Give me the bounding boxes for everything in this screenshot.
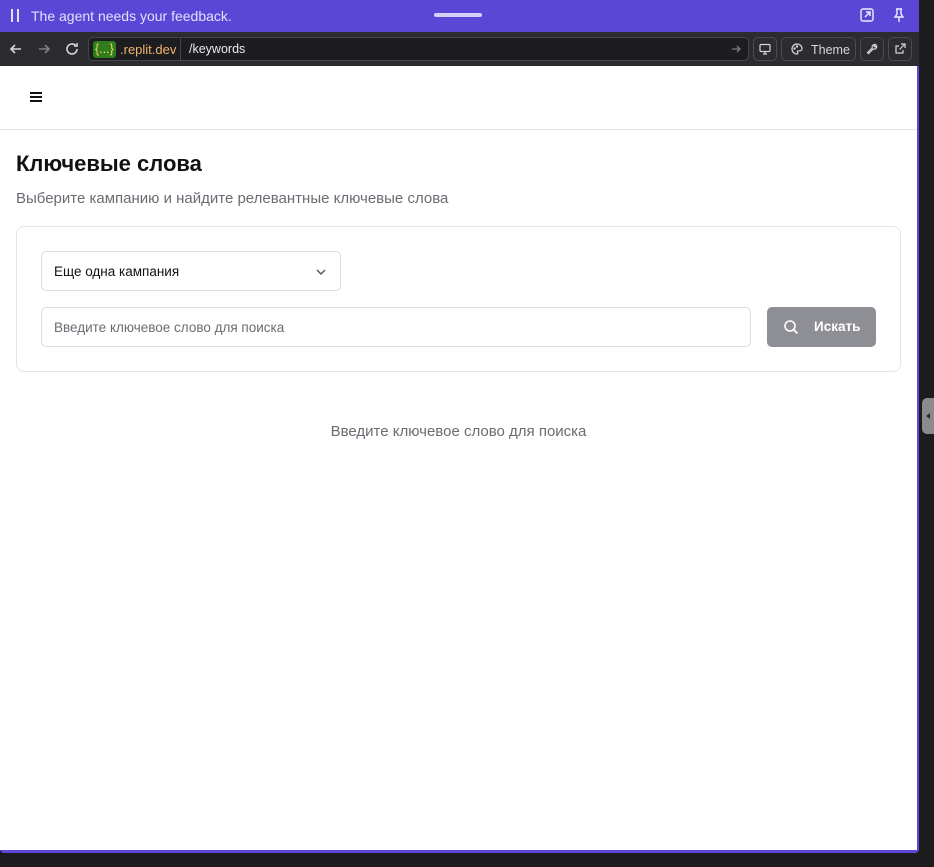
- search-button-label: Искать: [814, 319, 861, 334]
- search-button[interactable]: Искать: [767, 307, 876, 347]
- forward-arrow-icon[interactable]: [35, 40, 53, 58]
- chevron-down-icon: [314, 265, 328, 279]
- agent-feedback-bar: The agent needs your feedback.: [0, 0, 919, 32]
- campaign-select-value: Еще одна кампания: [54, 264, 180, 279]
- search-card: Еще одна кампания Искать: [16, 226, 901, 372]
- domain-badge: {...}: [93, 41, 116, 58]
- replit-preview-frame: The agent needs your feedback. {...} .re…: [0, 0, 919, 853]
- external-link-icon: [895, 43, 906, 54]
- page-title: Ключевые слова: [16, 151, 202, 176]
- wrench-icon: [866, 43, 878, 55]
- theme-button[interactable]: Theme: [781, 37, 856, 61]
- browser-url-bar: {...} .replit.dev /keywords Theme: [0, 32, 919, 66]
- feedback-message: The agent needs your feedback.: [31, 8, 232, 24]
- side-panel-toggle[interactable]: [922, 398, 934, 434]
- menu-icon[interactable]: [30, 92, 42, 102]
- domain-text: .replit.dev: [120, 42, 177, 57]
- drag-handle[interactable]: [434, 13, 482, 17]
- devtools-button[interactable]: [860, 37, 884, 61]
- caret-left-icon: [926, 413, 930, 419]
- app-viewport: Ключевые слова Выберите кампанию и найди…: [0, 66, 917, 850]
- reload-icon[interactable]: [63, 40, 81, 58]
- device-preview-button[interactable]: [753, 37, 777, 61]
- campaign-select[interactable]: Еще одна кампания: [41, 251, 341, 291]
- address-bar[interactable]: {...} .replit.dev /keywords: [88, 37, 749, 61]
- palette-icon: [791, 43, 803, 55]
- url-path: /keywords: [189, 42, 246, 56]
- pause-icon[interactable]: [10, 9, 20, 22]
- keyword-search-input[interactable]: [41, 307, 751, 347]
- page-subtitle: Выберите кампанию и найдите релевантные …: [16, 190, 449, 207]
- open-new-tab-button[interactable]: [888, 37, 912, 61]
- empty-state-message: Введите ключевое слово для поиска: [330, 423, 587, 440]
- app-header: [0, 66, 917, 130]
- pin-icon[interactable]: [891, 7, 907, 23]
- expand-icon[interactable]: [859, 7, 875, 23]
- monitor-icon: [759, 43, 771, 55]
- back-arrow-icon[interactable]: [7, 40, 25, 58]
- theme-label: Theme: [811, 43, 850, 57]
- go-arrow-icon[interactable]: [730, 43, 742, 55]
- address-divider: [180, 38, 181, 60]
- search-icon: [784, 320, 799, 335]
